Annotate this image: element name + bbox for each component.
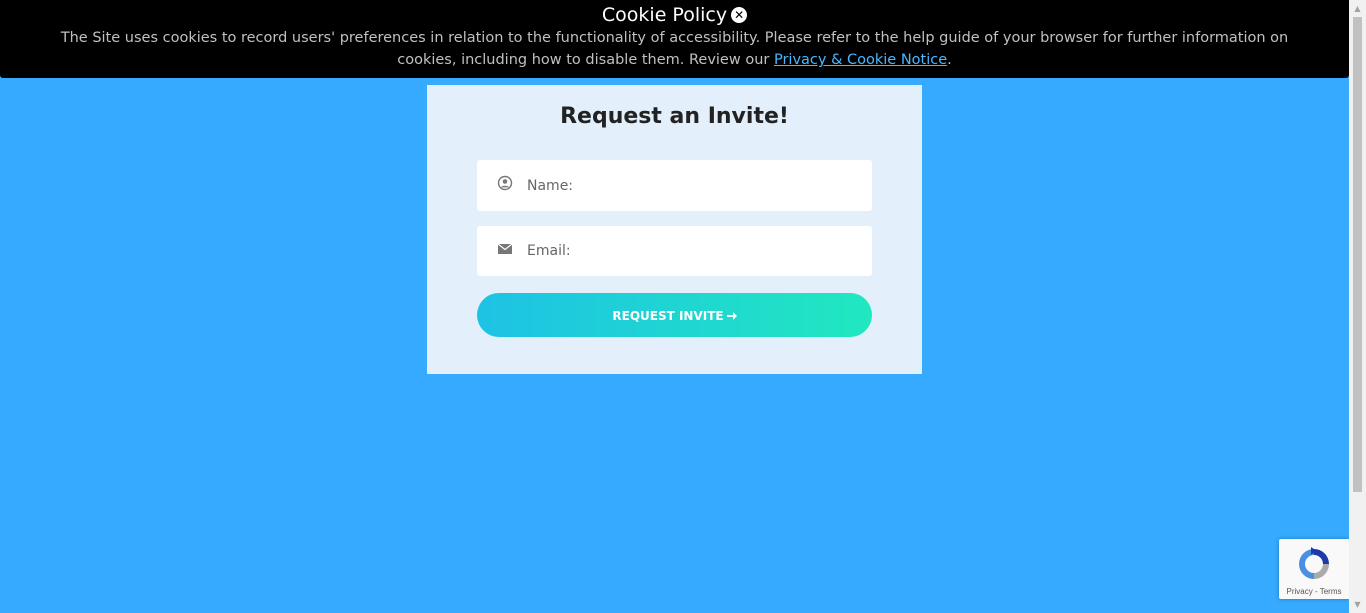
arrow-right-icon: [726, 294, 737, 338]
request-invite-button[interactable]: REQUEST INVITE: [477, 293, 872, 337]
scrollbar-thumb[interactable]: [1353, 17, 1362, 492]
cookie-banner: Cookie Policy ✕ The Site uses cookies to …: [0, 0, 1349, 78]
cookie-title-row: Cookie Policy ✕: [0, 4, 1349, 28]
close-circle-icon[interactable]: ✕: [731, 7, 748, 23]
name-field[interactable]: [477, 160, 872, 211]
recaptcha-terms-link[interactable]: Terms: [1320, 587, 1342, 596]
request-invite-label: REQUEST INVITE: [612, 309, 724, 323]
recaptcha-separator: -: [1312, 587, 1320, 596]
email-input[interactable]: [527, 226, 857, 276]
page-scrollbar[interactable]: ▲ ▼: [1349, 0, 1366, 613]
privacy-cookie-notice-link[interactable]: Privacy & Cookie Notice: [774, 52, 947, 68]
cookie-notice-text: The Site uses cookies to record users' p…: [60, 27, 1289, 71]
recaptcha-badge[interactable]: Privacy - Terms: [1279, 539, 1349, 599]
recaptcha-icon: [1295, 545, 1333, 583]
envelope-icon: [497, 241, 513, 257]
cookie-title: Cookie Policy: [601, 4, 728, 26]
name-input[interactable]: [527, 160, 857, 211]
recaptcha-privacy-link[interactable]: Privacy: [1287, 587, 1313, 596]
form-title: Request an Invite!: [560, 104, 789, 129]
email-field[interactable]: [477, 226, 872, 276]
user-circle-icon: [497, 175, 513, 191]
request-invite-card: Request an Invite! REQUEST INVITE: [427, 85, 922, 374]
scroll-up-icon[interactable]: ▲: [1349, 0, 1366, 17]
cookie-notice-end: .: [947, 52, 952, 68]
scroll-down-icon[interactable]: ▼: [1349, 596, 1366, 613]
cookie-notice-body: The Site uses cookies to record users' p…: [60, 30, 1289, 68]
recaptcha-links: Privacy - Terms: [1279, 587, 1349, 596]
